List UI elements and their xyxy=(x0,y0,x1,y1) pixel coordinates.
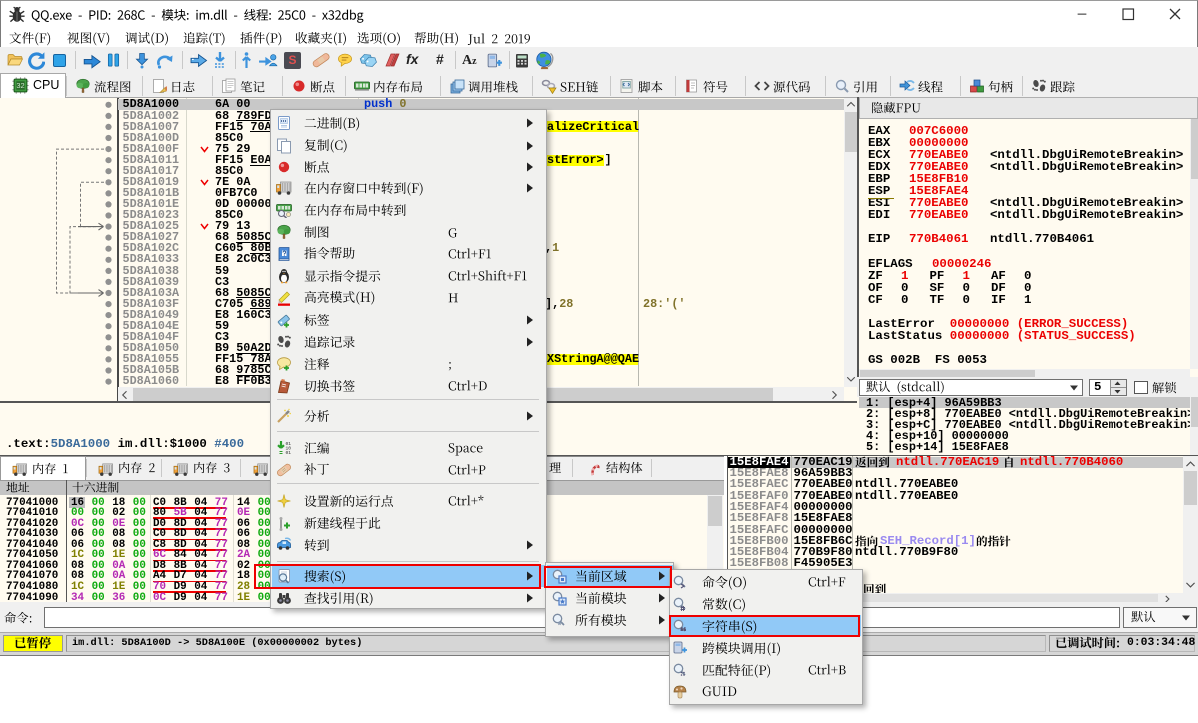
svg-text:01: 01 xyxy=(286,450,292,456)
